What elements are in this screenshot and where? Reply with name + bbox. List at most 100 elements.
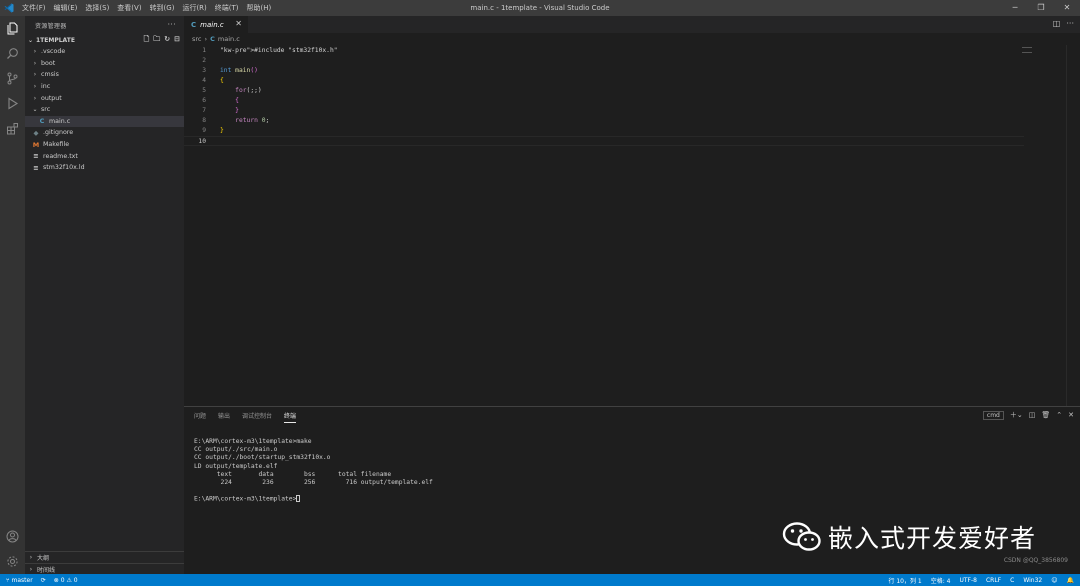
warning-icon: ⚠ xyxy=(66,576,72,584)
breadcrumb-folder[interactable]: src xyxy=(192,35,202,43)
c-file-icon: C xyxy=(191,20,197,29)
feedback-icon[interactable]: ☺ xyxy=(1051,577,1057,584)
trash-icon[interactable]: 🗑 xyxy=(1041,411,1050,419)
terminal-output[interactable]: E:\ARM\cortex-m3\1template>make CC output… xyxy=(194,438,433,504)
explorer-icon[interactable] xyxy=(5,21,20,36)
code-line[interactable]: 5 for(;;) xyxy=(184,86,1024,96)
breadcrumb-separator: › xyxy=(204,35,208,43)
code-line[interactable]: 4{ xyxy=(184,76,1024,86)
search-icon[interactable] xyxy=(5,46,20,61)
code-line[interactable]: 8 return 0; xyxy=(184,116,1024,126)
tab-problems[interactable]: 问题 xyxy=(194,411,206,423)
chevron-right-icon: › xyxy=(29,553,33,561)
new-file-icon[interactable]: 🗋 xyxy=(144,35,150,46)
menu-selection[interactable]: 选择(S) xyxy=(81,0,113,16)
maximize-panel-icon[interactable]: ⌃ xyxy=(1056,411,1062,419)
tree-item-makefile[interactable]: M Makefile xyxy=(25,139,184,151)
account-icon[interactable] xyxy=(5,529,20,544)
encoding[interactable]: UTF-8 xyxy=(959,577,977,584)
run-debug-icon[interactable] xyxy=(5,96,20,111)
new-terminal-icon[interactable]: ＋⌄ xyxy=(1010,410,1023,420)
indentation[interactable]: 空格: 4 xyxy=(931,576,951,585)
tab-terminal[interactable]: 终端 xyxy=(284,411,297,423)
tree-item-label: readme.txt xyxy=(43,152,78,160)
settings-gear-icon[interactable] xyxy=(5,554,20,569)
maximize-button[interactable]: ❐ xyxy=(1028,0,1054,16)
editor-scrollbar[interactable] xyxy=(1066,45,1080,406)
code-line[interactable]: 10 xyxy=(184,136,1024,146)
tree-item-stm32f10x-ld[interactable]: ≡ stm32f10x.ld xyxy=(25,162,184,174)
close-tab-icon[interactable]: ✕ xyxy=(235,19,242,28)
status-bar: ⑂ master ⟳ ⊗ 0 ⚠ 0 行 10，列 1 空格: 4 UTF-8 … xyxy=(0,574,1080,586)
project-header[interactable]: ⌄ 1TEMPLATE 🗋 🗀 ↻ ⊟ xyxy=(25,34,184,46)
minimize-button[interactable]: ─ xyxy=(1002,0,1028,16)
code-editor[interactable]: 1 "kw-pre">#include "stm32f10x.h" 2 3 int ma… xyxy=(184,45,1080,406)
breadcrumb-file[interactable]: main.c xyxy=(218,35,240,43)
branch-name: master xyxy=(11,576,33,584)
menu-edit[interactable]: 编辑(E) xyxy=(50,0,82,16)
c-file-icon: C xyxy=(210,35,215,43)
cursor-position[interactable]: 行 10，列 1 xyxy=(888,576,921,585)
terminal-shell-select[interactable]: cmd xyxy=(982,410,1004,420)
terminal-line-text: CC output/./src/main.o xyxy=(194,446,278,454)
timeline-section[interactable]: › 时间线 xyxy=(25,563,184,574)
vscode-logo-icon xyxy=(0,0,18,16)
extensions-icon[interactable] xyxy=(5,121,20,136)
tree-item-label: cmsis xyxy=(41,71,59,79)
menu-terminal[interactable]: 终端(T) xyxy=(211,0,243,16)
split-terminal-icon[interactable]: ◫ xyxy=(1029,411,1036,419)
tree-item-label: inc xyxy=(41,83,51,91)
sync-icon[interactable]: ⟳ xyxy=(41,577,46,584)
menu-run[interactable]: 运行(R) xyxy=(178,0,210,16)
code-line[interactable]: 9} xyxy=(184,126,1024,136)
code-line[interactable]: 7 } xyxy=(184,106,1024,116)
txt-file-icon: ≡ xyxy=(33,152,39,161)
tree-item-src[interactable]: ⌄ src xyxy=(25,104,184,116)
tree-item-readme-txt[interactable]: ≡ readme.txt xyxy=(25,150,184,162)
new-folder-icon[interactable]: 🗀 xyxy=(153,35,160,46)
platform[interactable]: Win32 xyxy=(1023,577,1042,584)
minimap[interactable] xyxy=(1022,47,1032,53)
tree-item-boot[interactable]: › boot xyxy=(25,58,184,70)
chevron-right-icon: › xyxy=(33,83,37,91)
source-control-icon[interactable] xyxy=(5,71,20,86)
tree-item-label: output xyxy=(41,94,62,102)
language-mode[interactable]: C xyxy=(1010,577,1014,584)
git-branch-icon: ⑂ xyxy=(6,576,10,584)
tree-item-gitignore[interactable]: ◆ .gitignore xyxy=(25,127,184,139)
problems-status[interactable]: ⊗ 0 ⚠ 0 xyxy=(54,577,78,584)
menu-file[interactable]: 文件(F) xyxy=(18,0,50,16)
code-line[interactable]: 1 "kw-pre">#include "stm32f10x.h" xyxy=(184,46,1024,56)
editor-more-icon[interactable]: ··· xyxy=(1066,19,1074,28)
branch-status[interactable]: ⑂ master xyxy=(6,577,33,584)
tree-item-cmsis[interactable]: › cmsis xyxy=(25,69,184,81)
code-line[interactable]: 2 xyxy=(184,56,1024,66)
more-actions-icon[interactable]: ··· xyxy=(167,20,176,29)
tree-item-inc[interactable]: › inc xyxy=(25,81,184,93)
title-bar: 文件(F) 编辑(E) 选择(S) 查看(V) 转到(G) 运行(R) 终端(T… xyxy=(0,0,1080,16)
close-panel-icon[interactable]: ✕ xyxy=(1068,411,1074,419)
terminal-line: E:\ARM\cortex-m3\1template>make xyxy=(194,438,433,446)
menu-help[interactable]: 帮助(H) xyxy=(243,0,276,16)
tab-debug-console[interactable]: 调试控制台 xyxy=(242,411,272,423)
warning-count: 0 xyxy=(73,576,78,584)
csdn-credit: CSDN @QQ_3856809 xyxy=(1003,557,1068,564)
tree-item-vscode[interactable]: › .vscode xyxy=(25,46,184,58)
outline-section[interactable]: › 大纲 xyxy=(25,551,184,562)
code-line[interactable]: 6 { xyxy=(184,96,1024,106)
terminal-line-text: text data bss total filename xyxy=(194,470,392,478)
end-of-line[interactable]: CRLF xyxy=(986,577,1001,584)
tab-output[interactable]: 输出 xyxy=(218,411,230,423)
tab-main-c[interactable]: C main.c ✕ xyxy=(184,16,248,33)
notifications-icon[interactable]: 🔔 xyxy=(1067,577,1074,584)
tree-item-main-c[interactable]: Cmain.c xyxy=(25,115,184,128)
chevron-right-icon: › xyxy=(29,565,33,573)
tree-item-output[interactable]: › output xyxy=(25,92,184,104)
split-editor-icon[interactable]: ◫ xyxy=(1053,19,1061,28)
close-window-button[interactable]: ✕ xyxy=(1054,0,1080,16)
collapse-all-icon[interactable]: ⊟ xyxy=(174,35,180,46)
refresh-icon[interactable]: ↻ xyxy=(164,35,170,46)
code-line[interactable]: 3 int main() xyxy=(184,66,1024,76)
menu-go[interactable]: 转到(G) xyxy=(146,0,179,16)
menu-view[interactable]: 查看(V) xyxy=(113,0,145,16)
